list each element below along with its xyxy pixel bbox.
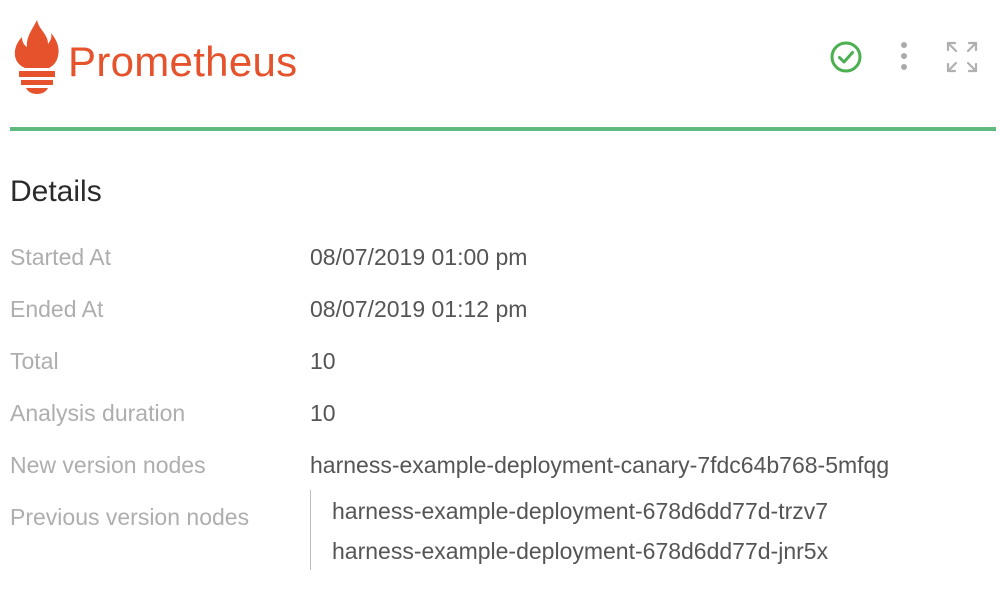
total-value: 10 [310,348,336,374]
vertical-ellipsis-icon[interactable] [893,40,915,74]
analysis-duration-label: Analysis duration [10,400,186,426]
previous-version-nodes-label: Previous version nodes [10,504,250,530]
details-title: Details [10,175,102,208]
list-item: harness-example-deployment-678d6dd77d-tr… [332,498,829,524]
list-border [310,490,311,570]
expand-icon[interactable] [945,40,979,74]
started-at-label: Started At [10,244,112,270]
brand-name: Prometheus [68,38,298,85]
analysis-duration-value: 10 [310,400,336,426]
total-label: Total [10,348,59,374]
check-circle-icon[interactable] [829,40,863,74]
list-item: harness-example-deployment-678d6dd77d-jn… [332,538,829,564]
previous-version-nodes-list: harness-example-deployment-678d6dd77d-tr… [310,490,990,570]
header-divider [10,127,996,131]
new-version-nodes-value: harness-example-deployment-canary-7fdc64… [310,452,890,478]
ended-at-label: Ended At [10,296,104,322]
new-version-nodes-label: New version nodes [10,452,206,478]
started-at-value: 08/07/2019 01:00 pm [310,244,528,270]
prometheus-logo-icon [14,20,59,94]
panel-header: Prometheus [0,0,1000,132]
ended-at-value: 08/07/2019 01:12 pm [310,296,528,322]
